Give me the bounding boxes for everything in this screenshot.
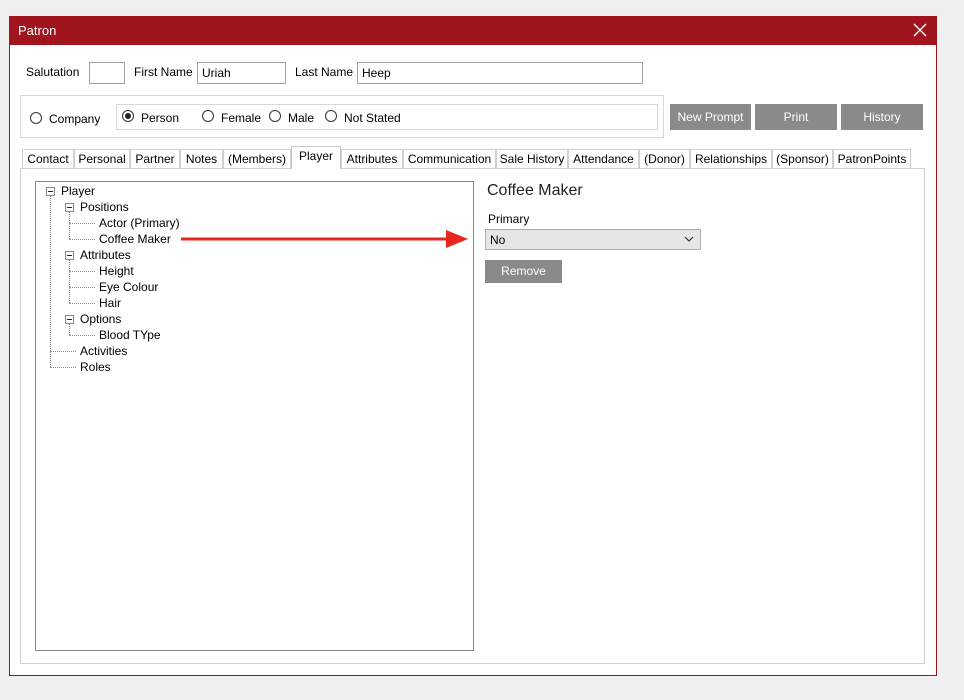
tree-connector [69, 335, 95, 336]
tree-connector [50, 367, 76, 368]
tree-connector [69, 303, 95, 304]
remove-button[interactable]: Remove [485, 260, 562, 283]
tab-communication[interactable]: Communication [403, 149, 496, 168]
female-radio[interactable] [202, 110, 214, 122]
primary-select[interactable]: No [485, 229, 701, 250]
collapse-positions-icon[interactable] [65, 203, 74, 212]
not-stated-radio[interactable] [325, 110, 337, 122]
tree-node-attributes[interactable]: Attributes [80, 247, 131, 263]
tab-patronpoints[interactable]: PatronPoints [833, 149, 911, 168]
title-bar: Patron [9, 16, 937, 45]
tree-connector [69, 223, 70, 239]
tab-sponsor[interactable]: (Sponsor) [772, 149, 833, 168]
first-name-label: First Name [134, 65, 193, 79]
new-prompt-button[interactable]: New Prompt [670, 104, 751, 130]
primary-select-value: No [490, 233, 506, 247]
collapse-options-icon[interactable] [65, 315, 74, 324]
chevron-down-icon [684, 236, 694, 242]
salutation-field[interactable] [89, 62, 125, 84]
tree-connector [69, 259, 70, 303]
tab-donor[interactable]: (Donor) [639, 149, 690, 168]
male-radio[interactable] [269, 110, 281, 122]
tree-connector [69, 211, 70, 223]
tree-connector [69, 239, 95, 240]
tree-connector [69, 223, 95, 224]
tree-node-positions[interactable]: Positions [80, 199, 129, 215]
person-radio-label[interactable]: Person [141, 111, 179, 125]
collapse-player-icon[interactable] [46, 187, 55, 196]
tree-node-roles[interactable]: Roles [80, 359, 111, 375]
tree-node-eye-colour[interactable]: Eye Colour [99, 279, 158, 295]
tab-contact[interactable]: Contact [22, 149, 74, 168]
close-icon[interactable] [911, 21, 929, 39]
primary-label: Primary [488, 212, 530, 226]
male-radio-label[interactable]: Male [288, 111, 314, 125]
female-radio-label[interactable]: Female [221, 111, 261, 125]
tree-node-activities[interactable]: Activities [80, 343, 127, 359]
tree-node-options[interactable]: Options [80, 311, 121, 327]
print-button[interactable]: Print [755, 104, 837, 130]
tree-node-blood-type[interactable]: Blood TYpe [99, 327, 161, 343]
tab-player[interactable]: Player [291, 146, 341, 169]
tree-connector [50, 351, 76, 352]
collapse-attributes-icon[interactable] [65, 251, 74, 260]
history-button[interactable]: History [841, 104, 923, 130]
person-radio[interactable] [122, 110, 134, 122]
company-radio-label[interactable]: Company [49, 112, 100, 126]
detail-title: Coffee Maker [487, 182, 583, 199]
window-title: Patron [18, 23, 57, 38]
tree-connector [69, 271, 95, 272]
tree-connector [69, 287, 95, 288]
tab-attributes[interactable]: Attributes [341, 149, 403, 168]
tab-partner[interactable]: Partner [130, 149, 180, 168]
tree-node-coffee-maker[interactable]: Coffee Maker [99, 231, 171, 247]
tree-node-height[interactable]: Height [99, 263, 134, 279]
tab-notes[interactable]: Notes [180, 149, 223, 168]
annotation-arrow-icon [181, 230, 468, 248]
tree-node-actor-primary[interactable]: Actor (Primary) [99, 215, 180, 231]
tree-node-player[interactable]: Player [61, 183, 95, 199]
tree-connector [50, 195, 51, 367]
tab-personal[interactable]: Personal [74, 149, 130, 168]
tab-sale-history[interactable]: Sale History [496, 149, 568, 168]
tab-members[interactable]: (Members) [223, 149, 291, 168]
not-stated-radio-label[interactable]: Not Stated [344, 111, 401, 125]
last-name-field[interactable]: Heep [357, 62, 643, 84]
last-name-label: Last Name [295, 65, 354, 79]
salutation-label: Salutation [26, 65, 80, 79]
tab-relationships[interactable]: Relationships [690, 149, 772, 168]
tab-attendance[interactable]: Attendance [568, 149, 639, 168]
company-radio[interactable] [30, 112, 42, 124]
first-name-field[interactable]: Uriah [197, 62, 286, 84]
tree-connector [69, 323, 70, 335]
tree-node-hair[interactable]: Hair [99, 295, 121, 311]
